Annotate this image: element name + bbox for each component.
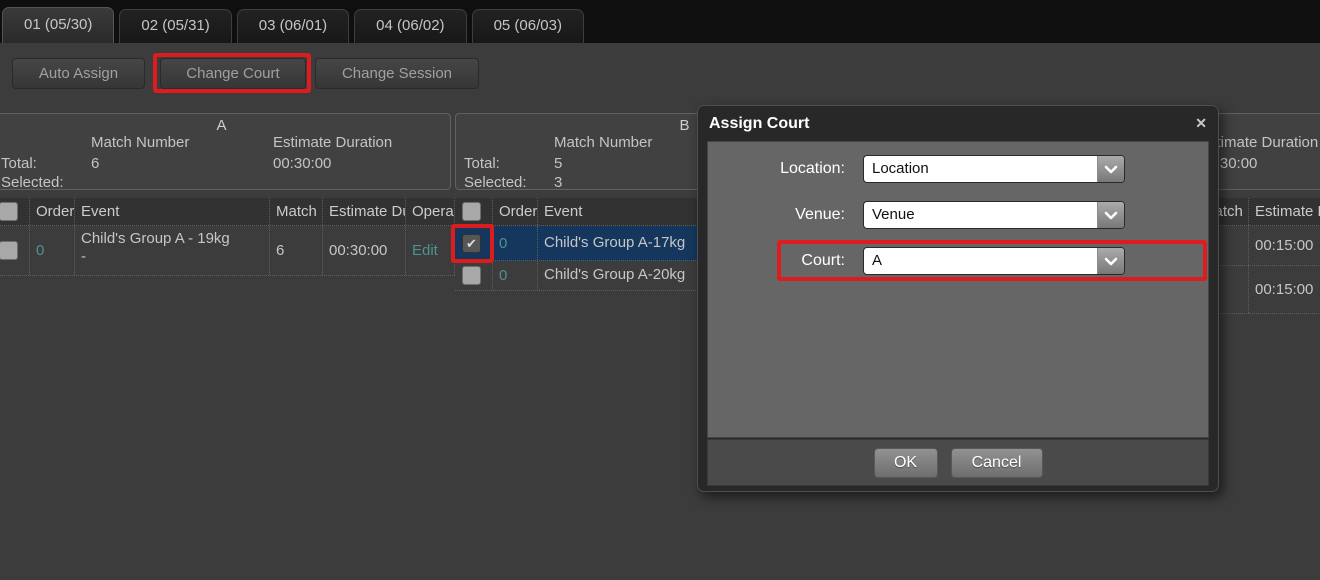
court-field-row: Court: A	[708, 247, 1208, 275]
assign-court-dialog: Assign Court ✕ Location: Location Venue:…	[697, 105, 1219, 492]
ok-button[interactable]: OK	[874, 448, 938, 478]
location-select-value: Location	[872, 156, 929, 182]
location-select[interactable]: Location	[863, 155, 1125, 183]
tab-day-05[interactable]: 05 (06/03)	[472, 9, 584, 43]
selected-value: 3	[554, 174, 562, 191]
row-checkbox[interactable]: ✔	[462, 266, 481, 285]
col-event: Event	[75, 198, 270, 225]
estimate-cell: 00:15:00	[1249, 266, 1320, 313]
total-value: 6	[91, 155, 99, 172]
row-checkbox[interactable]: ✔	[0, 241, 18, 260]
location-label: Location:	[708, 155, 863, 183]
match-cell: 6	[270, 226, 323, 275]
col-operation: Operation	[406, 198, 455, 225]
match-number-label: Match Number	[91, 134, 189, 151]
chevron-down-icon[interactable]	[1097, 202, 1124, 228]
dialog-header[interactable]: Assign Court ✕	[698, 106, 1218, 141]
select-all-cell: ✔	[0, 198, 30, 225]
total-label: Total:	[1, 155, 37, 172]
cancel-button[interactable]: Cancel	[951, 448, 1043, 478]
total-label: Total:	[464, 155, 500, 172]
estimate-cell: 00:30:00	[323, 226, 406, 275]
dialog-footer: OK Cancel	[707, 439, 1209, 486]
match-number-label: Match Number	[554, 134, 652, 151]
court-select-value: A	[872, 248, 882, 274]
session-tabbar: 01 (05/30) 02 (05/31) 03 (06/01) 04 (06/…	[0, 0, 1320, 43]
total-value: 5	[554, 155, 562, 172]
tab-day-02[interactable]: 02 (05/31)	[119, 9, 231, 43]
check-icon: ✔	[466, 237, 477, 250]
dialog-title: Assign Court	[709, 115, 1195, 133]
row-checkbox-cell: ✔	[455, 226, 493, 260]
venue-select-value: Venue	[872, 202, 915, 228]
chevron-down-icon[interactable]	[1097, 248, 1124, 274]
close-icon[interactable]: ✕	[1195, 115, 1207, 132]
court-label: Court:	[708, 247, 863, 275]
selected-label: Selected:	[1, 174, 64, 191]
chevron-down-icon[interactable]	[1097, 156, 1124, 182]
estimate-cell: 00:15:00	[1249, 226, 1320, 265]
court-panel-a: A Match Number Estimate Duration Total: …	[0, 113, 455, 190]
venue-label: Venue:	[708, 201, 863, 229]
col-order: Order	[493, 198, 538, 225]
tab-day-03[interactable]: 03 (06/01)	[237, 9, 349, 43]
estimate-value: 00:30:00	[273, 155, 331, 172]
event-cell: Child's Group A - 19kg -	[75, 226, 270, 275]
edit-link[interactable]: Edit	[406, 226, 455, 275]
row-checkbox[interactable]: ✔	[462, 234, 481, 253]
change-session-button[interactable]: Change Session	[315, 58, 479, 89]
row-checkbox-cell: ✔	[0, 226, 30, 275]
table-header: ✔ Order Event Match Estimate Duration Op…	[0, 198, 455, 226]
location-field-row: Location: Location	[708, 155, 1208, 183]
col-estimate: Estimate Duration	[323, 198, 406, 225]
order-cell: 0	[493, 226, 538, 260]
col-match: Match	[270, 198, 323, 225]
dialog-body: Location: Location Venue: Venue Court: A	[707, 141, 1209, 438]
auto-assign-button[interactable]: Auto Assign	[12, 58, 145, 89]
tab-day-01[interactable]: 01 (05/30)	[2, 7, 114, 43]
court-select[interactable]: A	[863, 247, 1125, 275]
estimate-duration-label: Estimate Duration	[273, 134, 392, 151]
select-all-checkbox[interactable]: ✔	[462, 202, 481, 221]
col-order: Order	[30, 198, 75, 225]
order-cell: 0	[30, 226, 75, 275]
venue-select[interactable]: Venue	[863, 201, 1125, 229]
order-cell: 0	[493, 261, 538, 290]
court-a-label: A	[0, 117, 450, 134]
tab-day-04[interactable]: 04 (06/02)	[354, 9, 466, 43]
change-court-button[interactable]: Change Court	[160, 58, 306, 89]
table-row[interactable]: ✔ 0 Child's Group A - 19kg - 6 00:30:00 …	[0, 226, 455, 276]
court-a-summary: A Match Number Estimate Duration Total: …	[0, 113, 451, 190]
row-checkbox-cell: ✔	[455, 261, 493, 290]
select-all-cell: ✔	[455, 198, 493, 225]
select-all-checkbox[interactable]: ✔	[0, 202, 18, 221]
col-estimate: Estimate Duration	[1249, 198, 1320, 225]
venue-field-row: Venue: Venue	[708, 201, 1208, 229]
selected-label: Selected:	[464, 174, 527, 191]
